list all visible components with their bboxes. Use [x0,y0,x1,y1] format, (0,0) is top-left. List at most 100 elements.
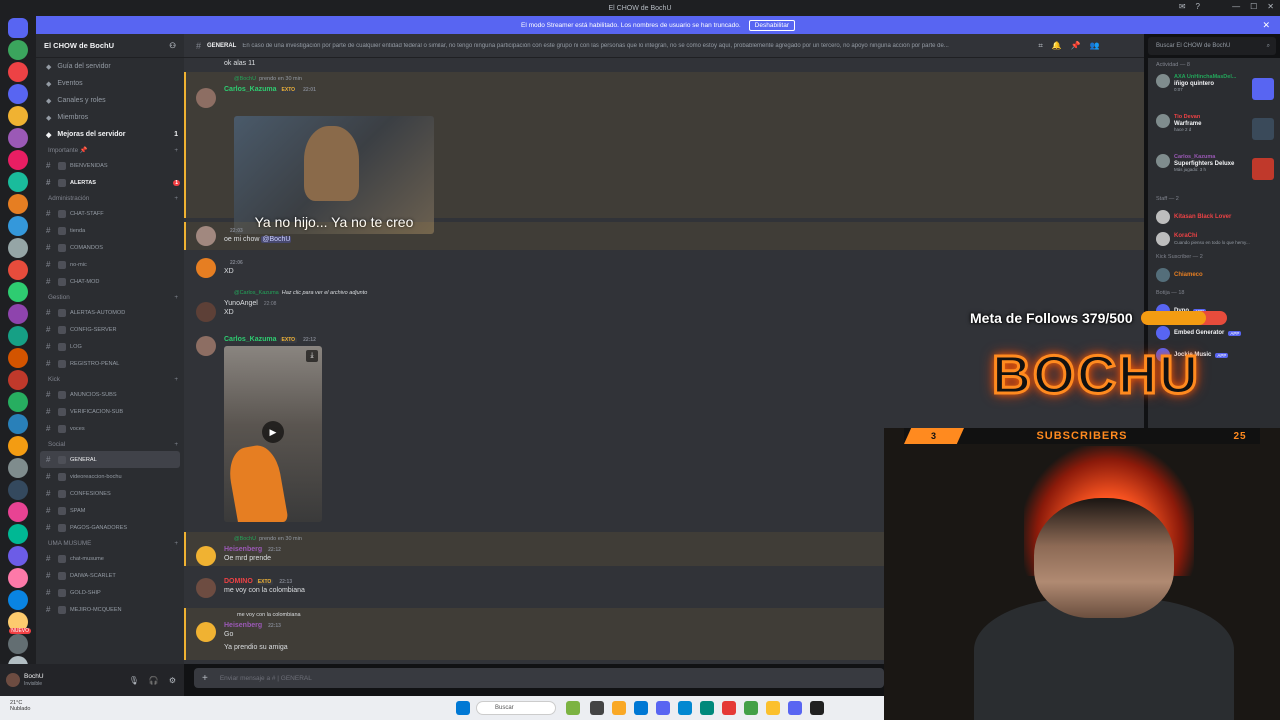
message-avatar[interactable] [196,546,216,566]
channel-item[interactable]: # CONFIG-SERVER [36,321,184,338]
channel-item[interactable]: # GOLD-SHIP [36,584,184,601]
channel-item[interactable]: # LOG [36,338,184,355]
taskbar-app-icon[interactable] [810,701,824,715]
channel-item[interactable]: # REGISTRO-PENAL [36,355,184,372]
server-icon[interactable] [8,436,28,456]
taskbar-search[interactable]: Buscar [476,701,556,715]
taskbar-app-icon[interactable] [678,701,692,715]
server-nav-item[interactable]: ◆ Guía del servidor [36,58,184,75]
server-icon[interactable] [8,238,28,258]
server-icon[interactable]: NUEVO [8,612,31,634]
server-icon[interactable] [8,480,28,500]
server-icon[interactable] [8,326,28,346]
member-avatar[interactable] [1156,232,1170,246]
server-icon[interactable] [8,458,28,478]
server-nav-item[interactable]: ◆ Miembros [36,109,184,126]
message-composer[interactable]: + Enviar mensaje a # | GENERAL [194,668,884,688]
server-icon[interactable] [8,128,28,148]
server-icon[interactable] [8,150,28,170]
server-icon[interactable] [8,524,28,544]
activity-item[interactable]: Tio Devan Warframe hace 2 d [1148,114,1280,152]
channel-item[interactable]: # voces [36,420,184,437]
channel-item[interactable]: # CONFESIONES [36,485,184,502]
member-avatar[interactable] [1156,268,1170,282]
message-avatar[interactable] [196,258,216,278]
channel-item[interactable]: # MEJIRO-MCQUEEN [36,601,184,618]
channel-category[interactable]: Social + [36,437,184,451]
taskbar-app-icon[interactable] [590,701,604,715]
server-icon[interactable] [8,546,28,566]
edge-icon[interactable] [700,701,714,715]
server-header[interactable]: El CHOW de BochU ⚇ [36,34,184,58]
channel-item[interactable]: # VERIFICACION-SUB [36,403,184,420]
server-icon[interactable] [8,62,28,82]
channel-item[interactable]: # DAIWA-SCARLET [36,567,184,584]
message-avatar[interactable] [196,578,216,598]
pin-icon[interactable]: 📌 [1071,41,1081,51]
add-channel-icon[interactable]: + [174,147,178,154]
server-icon[interactable] [8,40,28,60]
channel-item[interactable]: # SPAM [36,502,184,519]
discord-icon[interactable] [788,701,802,715]
server-icon[interactable] [8,304,28,324]
member-avatar[interactable] [1156,74,1170,88]
activity-item[interactable]: AXA UnHinchaMasDel... iñigo quintero 0:07 [1148,74,1280,112]
maximize-icon[interactable]: ☐ [1250,2,1257,11]
server-icon[interactable] [8,392,28,412]
microphone-icon[interactable]: 🎙 [129,676,139,685]
add-channel-icon[interactable]: + [174,441,178,448]
disable-streamer-button[interactable]: Deshabilitar [748,19,795,31]
weather-widget[interactable]: 21°C Nublado [10,700,31,712]
minimize-icon[interactable]: — [1232,2,1240,11]
server-icon[interactable] [8,370,28,390]
channel-category[interactable]: Importante 📌 + [36,143,184,157]
message-avatar[interactable] [196,622,216,642]
notification-bell-icon[interactable]: 🔔 [1052,41,1062,51]
server-nav-item[interactable]: ◆ Mejoras del servidor 1 [36,126,184,143]
channel-item[interactable]: # ANUNCIOS-SUBS [36,386,184,403]
reply-preview[interactable]: @BochU prendo en 30 min [234,76,302,82]
channel-category[interactable]: Administración + [36,191,184,205]
server-icon[interactable] [8,634,28,654]
server-nav-item[interactable]: ◆ Eventos [36,75,184,92]
inbox-icon[interactable]: ✉ [1179,2,1186,11]
server-icon[interactable] [8,84,28,104]
add-channel-icon[interactable]: + [174,195,178,202]
channel-item[interactable]: # chat-musume [36,550,184,567]
channel-item[interactable]: # PAGOS-GANADORES [36,519,184,536]
banner-close-icon[interactable]: ✕ [1262,20,1270,31]
headphones-icon[interactable]: 🎧 [149,676,159,685]
taskbar-app-icon[interactable] [634,701,648,715]
channel-category[interactable]: Gestion + [36,290,184,304]
channel-category[interactable]: Kick + [36,372,184,386]
member-avatar[interactable] [1156,154,1170,168]
reply-preview[interactable]: @BochU prendo en 30 min [234,536,302,542]
channel-item[interactable]: # COMANDOS [36,239,184,256]
search-input[interactable]: Buscar El CHOW de BochU ⌕ [1148,37,1276,55]
server-icon[interactable] [8,282,28,302]
reply-preview[interactable]: me voy con la colombiana [234,612,301,618]
channel-category[interactable]: UMA MUSUME + [36,536,184,550]
taskbar-app-icon[interactable] [744,701,758,715]
server-icon[interactable] [8,260,28,280]
user-avatar[interactable] [6,673,20,687]
member-avatar[interactable] [1156,210,1170,224]
play-icon[interactable]: ▶ [262,421,284,443]
windows-start-icon[interactable] [456,701,470,715]
threads-icon[interactable]: ⌗ [1038,41,1043,51]
message-avatar[interactable] [196,302,216,322]
close-window-icon[interactable]: ✕ [1267,2,1274,11]
reply-preview[interactable]: @Carlos_Kazuma Haz clic para ver el archi… [234,290,367,296]
channel-item[interactable]: # CHAT-STAFF [36,205,184,222]
add-channel-icon[interactable]: + [174,540,178,547]
channel-item[interactable]: # ALERTAS 1 [36,174,184,191]
channel-item[interactable]: # BIENVENIDAS [36,157,184,174]
download-icon[interactable]: ⤓ [306,350,318,362]
server-nav-item[interactable]: ◆ Canales y roles [36,92,184,109]
channel-item[interactable]: # no-mic [36,256,184,273]
member-list-icon[interactable]: 👥 [1090,41,1100,51]
add-channel-icon[interactable]: + [174,294,178,301]
member-item[interactable]: Kitasan Black Lover [1148,206,1280,228]
member-avatar[interactable] [1156,114,1170,128]
channel-item[interactable]: # GENERAL [40,451,180,468]
